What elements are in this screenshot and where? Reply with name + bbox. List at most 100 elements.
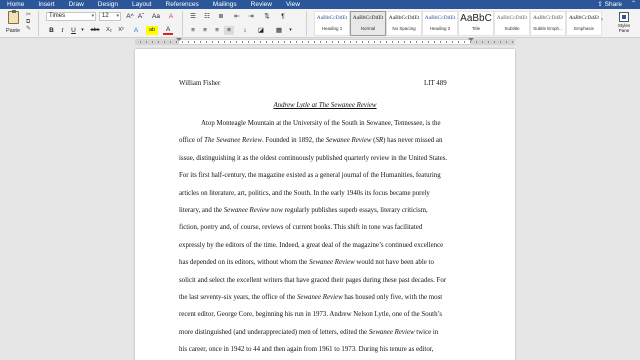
tab-review[interactable]: Review [244, 0, 279, 9]
document-page[interactable]: William Fisher LIT 489 Andrew Lytle at T… [135, 49, 515, 360]
style-no-spacing[interactable]: AaBbCcDdEt No Spacing [386, 11, 422, 36]
italic-text: Sewanee Review [368, 328, 415, 336]
text-run: the last seventy-six years, the office o… [179, 294, 297, 301]
style-normal[interactable]: AaBbCcDdEt Normal [350, 11, 386, 36]
ruler-tick [410, 41, 411, 43]
tab-view[interactable]: View [279, 0, 307, 9]
bullets-icon[interactable]: ☰ [188, 12, 198, 21]
paragraph-line: literary, and the Sewanee Review now reg… [179, 207, 428, 214]
italic-button[interactable]: I [58, 26, 67, 35]
tab-draw[interactable]: Draw [62, 0, 91, 9]
ruler-tick [494, 41, 495, 43]
ruler-tick [422, 41, 423, 43]
borders-icon[interactable]: ▦ [272, 26, 286, 35]
line-spacing-icon[interactable]: ↕ [240, 26, 250, 35]
decrease-indent-icon[interactable]: ⇤ [232, 12, 242, 21]
share-button[interactable]: ⇪ Share [597, 0, 622, 9]
horizontal-ruler[interactable] [0, 38, 640, 46]
increase-indent-icon[interactable]: ⇥ [246, 12, 256, 21]
font-size-field[interactable]: 12 ▾ [99, 12, 121, 21]
align-right-icon[interactable]: ≡ [212, 26, 222, 35]
text-run: more distinguished (and underappreciated… [179, 328, 369, 336]
ruler-tick [380, 41, 381, 43]
tab-insert[interactable]: Insert [31, 0, 61, 9]
ruler-tick [182, 41, 183, 43]
style-emphasis[interactable]: AaBbCcDdEt Emphasis [566, 11, 602, 36]
paragraph-line: For its first half-century, the magazine… [179, 172, 441, 179]
numbering-icon[interactable]: ☷ [202, 12, 212, 21]
ruler-tick [470, 41, 471, 43]
tab-design[interactable]: Design [91, 0, 125, 9]
ruler-tick [332, 41, 333, 43]
ruler-tick [398, 41, 399, 43]
grow-font-button[interactable]: A^ [125, 12, 135, 21]
superscript-button[interactable]: X² [116, 26, 126, 35]
chevron-right-icon[interactable]: › [601, 17, 603, 23]
format-painter-icon[interactable]: ✎ [26, 26, 36, 33]
tab-home[interactable]: Home [0, 0, 31, 9]
shading-icon[interactable]: ◪ [256, 26, 266, 35]
copy-icon[interactable]: ⧉ [26, 19, 36, 26]
paragraph-line: the last seventy-six years, the office o… [179, 294, 442, 301]
paragraph-line: his career, once in 1942 to 44 and then … [179, 346, 434, 353]
chevron-down-icon[interactable]: ▾ [80, 26, 85, 35]
italic-text: Sewanee Review [308, 259, 355, 267]
styles-pane-button[interactable]: Styles Pane [610, 11, 638, 36]
clear-formatting-button[interactable]: A [166, 12, 176, 21]
paste-button[interactable]: Paste [2, 10, 24, 37]
align-center-icon[interactable]: ≡ [200, 26, 210, 35]
style-subtle-emphasis[interactable]: AaBbCcDdEt Subtle Emph... [530, 11, 566, 36]
tab-references[interactable]: References [159, 0, 206, 9]
bold-button[interactable]: B [47, 26, 56, 35]
style-heading-2[interactable]: AaBbCcDdEt Heading 2 [422, 11, 458, 36]
highlight-button[interactable]: ab [146, 26, 158, 35]
text-effects-button[interactable]: A [131, 26, 141, 35]
chevron-down-icon[interactable]: ▾ [288, 26, 293, 35]
ruler-tick [374, 41, 375, 43]
strikethrough-button[interactable]: abc [88, 26, 102, 35]
ribbon-tab-bar: Home Insert Draw Design Layout Reference… [0, 0, 640, 9]
ruler-tick [326, 41, 327, 43]
subscript-button[interactable]: X₂ [104, 26, 114, 35]
font-color-button[interactable]: A [163, 26, 173, 35]
style-heading-1[interactable]: AaBbCcDdEt Heading 1 [314, 11, 350, 36]
shrink-font-button[interactable]: Aˇ [136, 12, 146, 21]
ruler-tick [440, 41, 441, 43]
ruler-tick [338, 41, 339, 43]
align-left-icon[interactable]: ≡ [188, 26, 198, 35]
ruler-tick [158, 41, 159, 43]
ruler-tick [212, 41, 213, 43]
tab-layout[interactable]: Layout [125, 0, 159, 9]
ruler-tick [278, 41, 279, 43]
right-indent-marker[interactable] [468, 38, 474, 41]
show-formatting-button[interactable]: ¶ [278, 12, 288, 21]
text-run: his career, once in 1942 to 44 and then … [179, 346, 434, 354]
sort-icon[interactable]: ⇅ [262, 12, 272, 21]
cut-icon[interactable]: ✂ [26, 12, 36, 19]
text-run: has housed only five, with the most [342, 294, 443, 301]
ruler-tick [170, 41, 171, 43]
paragraph-line: expressly by the editors of the time. In… [179, 242, 443, 249]
ruler-tick [194, 41, 195, 43]
chevron-up-icon[interactable]: ⌃ [631, 0, 636, 9]
text-run: articles on literature, art, politics, a… [179, 189, 430, 197]
style-subtitle[interactable]: AaBbCcDdEt Subtitle [494, 11, 530, 36]
paragraph-line: articles on literature, art, politics, a… [179, 190, 430, 197]
ruler-tick [506, 41, 507, 43]
underline-button[interactable]: U [69, 26, 78, 35]
change-case-button[interactable]: Aa [150, 12, 162, 21]
ruler-tick [272, 41, 273, 43]
ruler-tick [218, 41, 219, 43]
font-name-field[interactable]: Times ▾ [46, 12, 96, 21]
style-title[interactable]: AaBbC Title [458, 11, 494, 36]
chevron-down-icon: ▾ [116, 13, 119, 19]
multilevel-list-icon[interactable]: ≣ [216, 12, 226, 21]
italic-text: The Sewanee Review [204, 137, 262, 145]
ruler-tick [302, 41, 303, 43]
ruler-tick [260, 41, 261, 43]
tab-mailings[interactable]: Mailings [206, 0, 244, 9]
italic-text: Sewanee Review [296, 294, 343, 301]
justify-icon[interactable]: ≡ [224, 26, 234, 35]
divider [182, 11, 183, 36]
ruler-tick [458, 41, 459, 43]
